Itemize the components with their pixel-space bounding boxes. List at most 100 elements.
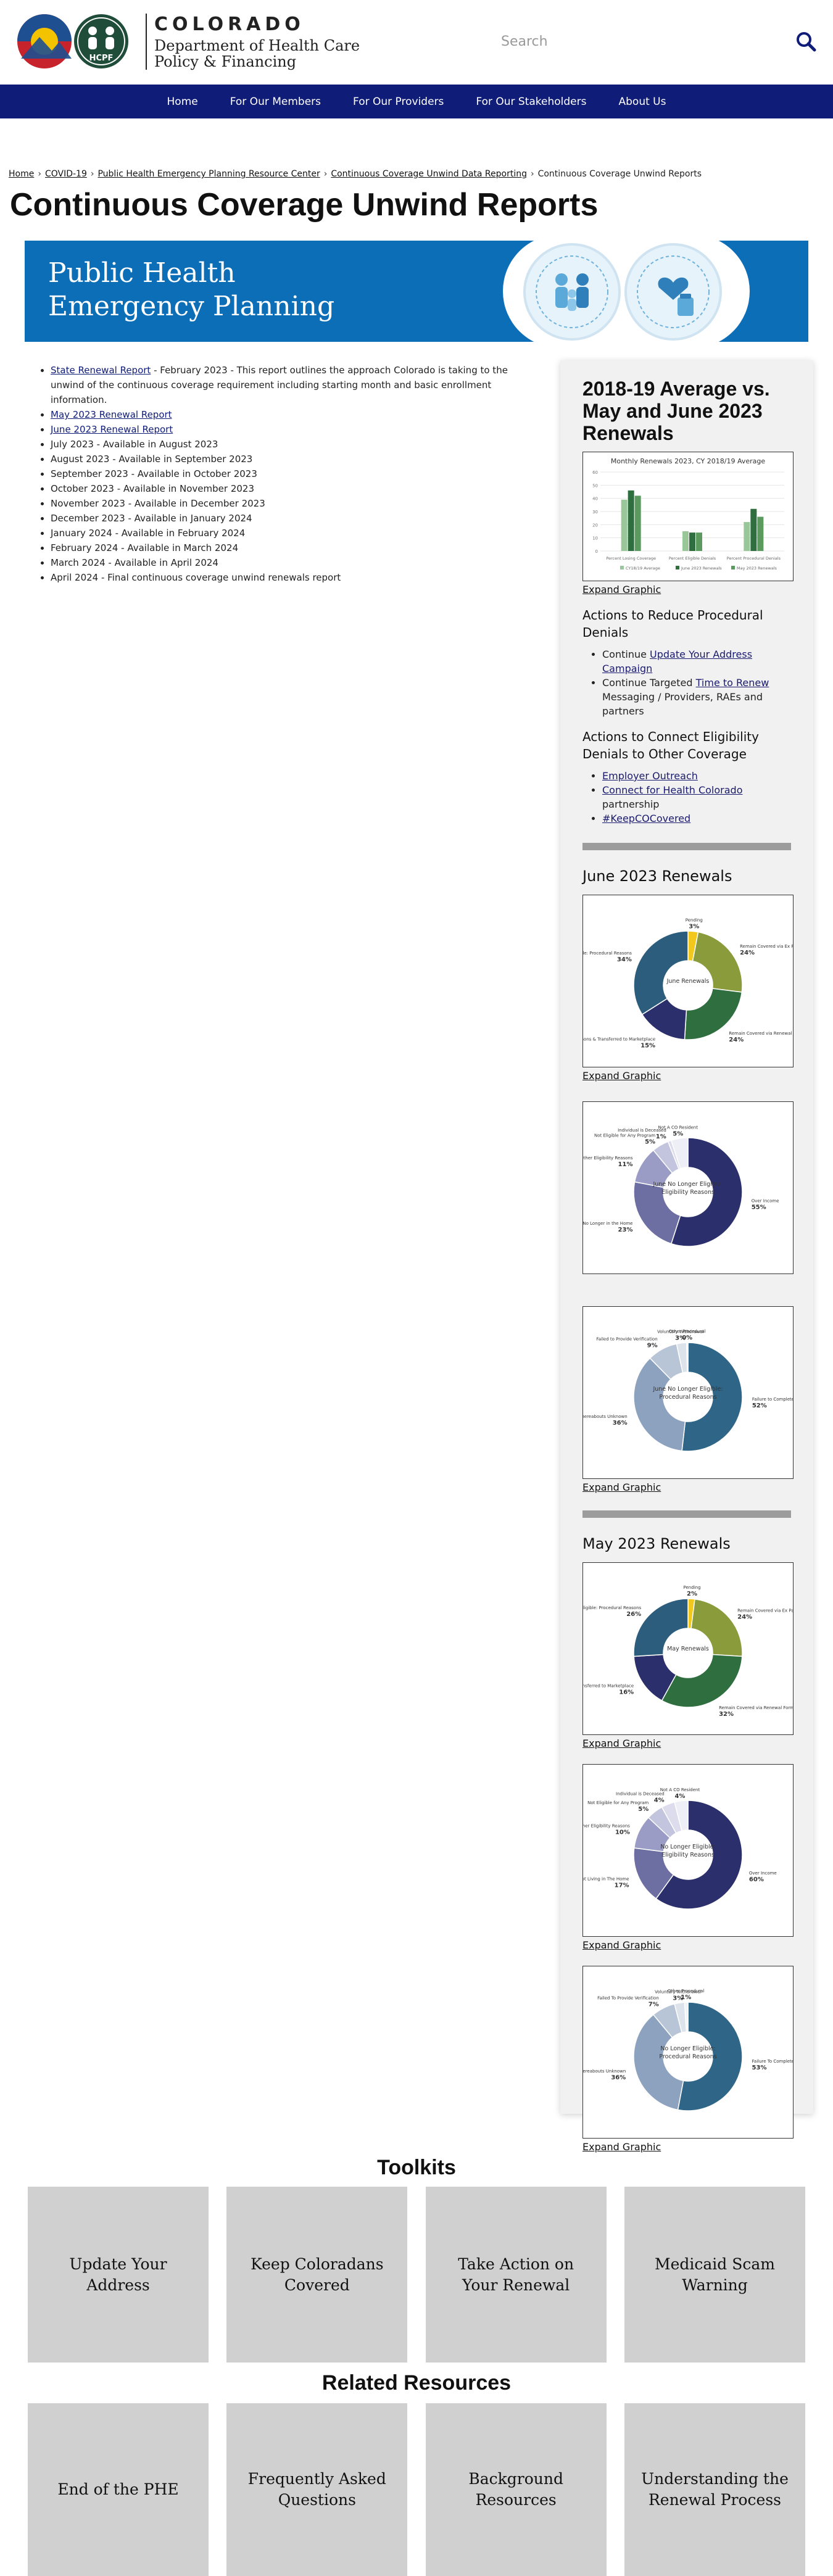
june-renewal-report-link[interactable]: June 2023 Renewal Report	[51, 424, 173, 435]
donut-center-label: June Renewals	[666, 978, 710, 985]
banner-title: Public Health Emergency Planning	[48, 257, 334, 323]
health-illustration	[624, 243, 722, 341]
expand-graphic-link[interactable]: Expand Graphic	[582, 584, 791, 595]
eligibility-actions-heading: Actions to Connect Eligibility Denials t…	[582, 729, 759, 761]
legend-swatch	[731, 566, 735, 569]
list-item: July 2023 - Available in August 2023	[51, 437, 544, 452]
list-item: Employer Outreach	[602, 769, 791, 783]
donut-center-label: Procedural Reasons	[659, 2053, 716, 2060]
nav-providers[interactable]: For Our Providers	[353, 96, 444, 108]
breadcrumb-separator: ›	[323, 169, 328, 179]
expand-graphic-link[interactable]: Expand Graphic	[582, 1939, 791, 1951]
bar	[696, 532, 702, 551]
employer-outreach-link[interactable]: Employer Outreach	[602, 770, 698, 782]
slice-percent: 55%	[752, 1204, 766, 1211]
renewals-sidebar: 2018-19 Average vs. May and June 2023 Re…	[489, 360, 833, 2153]
june-renewals-chart-box: Pending3%Remain Covered via Ex Parte24%R…	[510, 895, 804, 1067]
legend-swatch	[620, 566, 624, 569]
slice-label: Not Eligible for Any Program	[587, 1800, 649, 1805]
keep-co-covered-link[interactable]: #KeepCOCovered	[602, 813, 690, 824]
june-procedural-donut-chart: Failure to Complete the Renewal Process5…	[577, 1329, 833, 1452]
donut-center-label: June No Longer Eligible:	[652, 1181, 723, 1188]
list-item: August 2023 - Available in September 202…	[51, 452, 544, 466]
june-eligibility-chart-box: Over Income55% Individual No Longer in th…	[560, 1101, 794, 1274]
breadcrumb-covid[interactable]: COVID-19	[45, 169, 87, 179]
slice-label: Other Procedural	[668, 1989, 704, 1994]
donut-slice	[661, 1654, 743, 1708]
legend-label: May 2023 Renewals	[737, 566, 777, 571]
nav-stakeholders[interactable]: For Our Stakeholders	[476, 96, 586, 108]
phe-banner: Public Health Emergency Planning	[25, 241, 808, 342]
donut-center-label: Procedural Reasons	[659, 1394, 716, 1401]
nav-about[interactable]: About Us	[619, 96, 666, 108]
main-nav: Home For Our Members For Our Providers F…	[0, 85, 833, 118]
breadcrumb-data-reporting[interactable]: Continuous Coverage Unwind Data Reportin…	[331, 169, 527, 179]
legend-label: June 2023 Renewals	[681, 566, 722, 571]
slice-label: No Longer Eligible: Procedural Reasons	[583, 951, 632, 956]
may-renewals-heading: May 2023 Renewals	[582, 1535, 731, 1552]
slice-label: Over Income	[752, 1198, 779, 1203]
expand-graphic-link[interactable]: Expand Graphic	[582, 1481, 791, 1493]
connect-for-health-link[interactable]: Connect for Health Colorado	[602, 784, 742, 796]
list-item: #KeepCOCovered	[602, 811, 791, 826]
slice-percent: 5%	[638, 1806, 649, 1813]
family-illustration	[523, 243, 621, 341]
resource-card-renewal-process[interactable]: Understanding the Renewal Process	[624, 2403, 805, 2576]
expand-graphic-link[interactable]: Expand Graphic	[582, 1070, 791, 1082]
slice-percent: 7%	[649, 2001, 659, 2008]
slice-percent: 5%	[645, 1138, 655, 1145]
search-button[interactable]	[794, 30, 818, 54]
slice-percent: 2%	[687, 1591, 697, 1597]
breadcrumb-separator: ›	[90, 169, 94, 179]
reports-list: State Renewal Report - February 2023 - T…	[38, 363, 544, 585]
y-tick-label: 40	[592, 497, 598, 502]
slice-label: Remain Covered via Renewal Form	[729, 1031, 793, 1036]
expand-graphic-link[interactable]: Expand Graphic	[582, 2141, 791, 2153]
slice-percent: 4%	[674, 1793, 685, 1800]
logo-badge-text: HCPF	[89, 54, 114, 63]
resource-card-end-phe[interactable]: End of the PHE	[28, 2403, 209, 2576]
y-tick-label: 30	[592, 510, 598, 515]
june-renewals-donut-chart: Pending3%Remain Covered via Ex Parte24%R…	[510, 917, 804, 1049]
list-item: March 2024 - Available in April 2024	[51, 555, 544, 570]
slice-label: Remain Covered via Ex Parte	[740, 944, 793, 949]
toolkit-card-update-address[interactable]: Update Your Address	[28, 2187, 209, 2363]
breadcrumb-home[interactable]: Home	[9, 169, 34, 179]
legend-swatch	[676, 566, 679, 569]
slice-percent: 9%	[647, 1342, 658, 1349]
resource-card-faq[interactable]: Frequently Asked Questions	[226, 2403, 408, 2576]
expand-graphic-link[interactable]: Expand Graphic	[582, 1737, 791, 1749]
may-renewals-chart-box: Pending2% Remain Covered via Ex Parte24% R…	[489, 1562, 800, 1735]
bar	[634, 495, 641, 551]
list-item: June 2023 Renewal Report	[51, 422, 544, 437]
search-input[interactable]	[497, 26, 787, 57]
slice-percent: 52%	[752, 1402, 767, 1409]
donut-slice	[686, 1342, 689, 1373]
site-logo[interactable]: HCPF COLORADO Department of Health Care …	[15, 12, 360, 71]
toolkit-card-keep-covered[interactable]: Keep Coloradans Covered	[226, 2187, 408, 2363]
slice-label: Not Eligible for Any Program	[594, 1133, 655, 1138]
logo-state: COLORADO	[154, 14, 305, 35]
toolkit-card-take-action[interactable]: Take Action on Your Renewal	[425, 2187, 607, 2363]
list-item: October 2023 - Available in November 202…	[51, 481, 544, 496]
nav-members[interactable]: For Our Members	[230, 96, 321, 108]
slice-label: Whereabouts Unknown	[583, 1414, 628, 1419]
toolkit-card-scam-warning[interactable]: Medicaid Scam Warning	[624, 2187, 805, 2363]
slice-percent: 24%	[737, 1614, 752, 1621]
slice-label: Pending	[686, 917, 703, 922]
y-tick-label: 10	[592, 536, 598, 541]
x-tick-label: Percent Procedural Denials	[727, 556, 781, 561]
list-item: April 2024 - Final continuous coverage u…	[51, 570, 544, 585]
time-to-renew-link[interactable]: Time to Renew	[696, 677, 769, 689]
state-renewal-report-link[interactable]: State Renewal Report	[51, 365, 151, 376]
breadcrumb-phe-center[interactable]: Public Health Emergency Planning Resourc…	[97, 169, 320, 179]
bar	[628, 490, 634, 551]
nav-home[interactable]: Home	[167, 96, 198, 108]
may-renewal-report-link[interactable]: May 2023 Renewal Report	[51, 409, 172, 420]
resource-card-background[interactable]: Background Resources	[425, 2403, 607, 2576]
search-icon	[797, 31, 816, 51]
bar	[689, 532, 695, 551]
slice-label: Individual Not Living in The Home	[583, 1876, 629, 1881]
main-content: State Renewal Report - February 2023 - T…	[0, 342, 833, 2153]
monthly-renewals-bar-chart: Monthly Renewals 2023, CY 2018/19 Averag…	[592, 457, 784, 571]
